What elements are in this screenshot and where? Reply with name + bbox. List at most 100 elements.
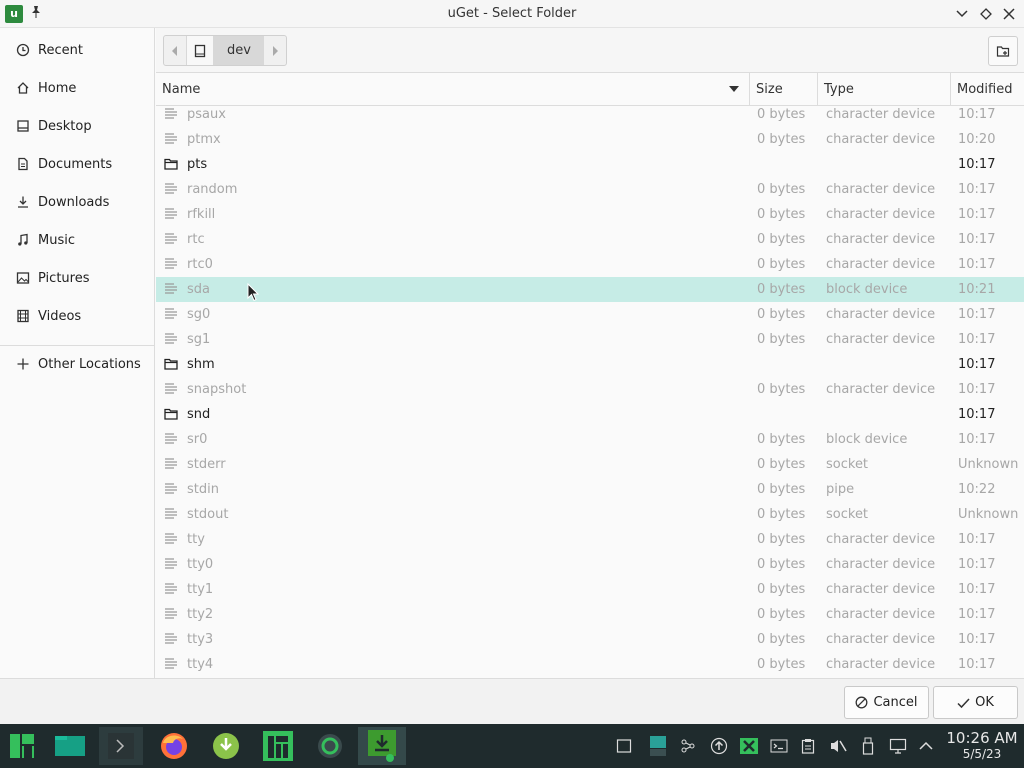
tray-update-button[interactable] xyxy=(708,734,730,758)
ok-button[interactable]: OK xyxy=(933,686,1018,719)
window-title: uGet - Select Folder xyxy=(447,6,577,21)
taskbar-uget-button[interactable] xyxy=(358,727,406,765)
tray-display-button[interactable] xyxy=(887,734,909,758)
path-root-drive-button[interactable] xyxy=(186,36,214,65)
maximize-button[interactable] xyxy=(976,4,996,24)
file-modified: 10:17 xyxy=(958,532,996,547)
taskbar-terminal-button[interactable] xyxy=(99,727,143,765)
cancel-button[interactable]: Cancel xyxy=(844,686,929,719)
file-icon xyxy=(164,382,178,396)
file-size: 0 bytes xyxy=(757,132,806,147)
pin-icon[interactable] xyxy=(30,5,46,23)
minimize-button[interactable] xyxy=(952,4,972,24)
file-row[interactable]: tty 0 bytes character device 10:17 xyxy=(156,527,1024,552)
sidebar-item-music[interactable]: Music xyxy=(0,222,155,258)
file-icon xyxy=(164,182,178,196)
file-row[interactable]: rtc0 0 bytes character device 10:17 xyxy=(156,252,1024,277)
file-row[interactable]: stdout 0 bytes socket Unknown xyxy=(156,502,1024,527)
file-name: random xyxy=(187,182,238,197)
file-type: character device xyxy=(826,382,936,397)
file-name: tty1 xyxy=(187,582,214,597)
file-row[interactable]: rtc 0 bytes character device 10:17 xyxy=(156,227,1024,252)
close-button[interactable] xyxy=(999,4,1019,24)
sidebar-item-documents[interactable]: Documents xyxy=(0,146,155,182)
file-modified: 10:21 xyxy=(958,282,996,297)
path-scroll-right-button[interactable] xyxy=(264,36,286,65)
taskbar-files-button[interactable] xyxy=(48,727,92,765)
file-row[interactable]: snd 10:17 xyxy=(156,402,1024,427)
file-modified: 10:17 xyxy=(958,182,996,197)
sidebar-item-recent[interactable]: Recent xyxy=(0,32,155,68)
file-row[interactable]: sg1 0 bytes character device 10:17 xyxy=(156,327,1024,352)
file-icon xyxy=(164,107,178,121)
file-row[interactable]: tty4 0 bytes character device 10:17 xyxy=(156,652,1024,677)
uget-download-icon xyxy=(213,733,239,759)
tray-console-button[interactable] xyxy=(768,734,790,758)
file-size: 0 bytes xyxy=(757,232,806,247)
column-modified-header[interactable]: Modified xyxy=(951,73,1024,106)
column-size-header[interactable]: Size xyxy=(750,73,818,106)
file-row[interactable]: rfkill 0 bytes character device 10:17 xyxy=(156,202,1024,227)
sidebar-item-videos[interactable]: Videos xyxy=(0,298,155,334)
column-type-header[interactable]: Type xyxy=(818,73,951,106)
file-row[interactable]: pts 10:17 xyxy=(156,152,1024,177)
tray-window-button[interactable] xyxy=(613,734,635,758)
tray-network-button[interactable] xyxy=(677,734,699,758)
file-row[interactable]: ptmx 0 bytes character device 10:20 xyxy=(156,127,1024,152)
tray-expand-button[interactable] xyxy=(915,734,937,758)
tray-clipboard-button[interactable] xyxy=(797,734,819,758)
column-name-header[interactable]: Name xyxy=(156,73,750,106)
sidebar-item-other-locations[interactable]: Other Locations xyxy=(0,346,155,382)
sidebar-item-home[interactable]: Home xyxy=(0,70,155,106)
tray-workspace-button[interactable] xyxy=(647,734,669,758)
workspace-icon xyxy=(650,736,666,756)
tray-x-app-button[interactable] xyxy=(738,734,760,758)
file-row[interactable]: psaux 0 bytes character device 10:17 xyxy=(156,106,1024,127)
file-row[interactable]: sr0 0 bytes block device 10:17 xyxy=(156,427,1024,452)
create-folder-button[interactable] xyxy=(988,36,1018,66)
manjaro-menu-button[interactable] xyxy=(0,727,44,765)
file-name: shm xyxy=(187,357,215,372)
file-name: snapshot xyxy=(187,382,247,397)
file-row[interactable]: sda 0 bytes block device 10:21 xyxy=(156,277,1024,302)
file-name: sg0 xyxy=(187,307,211,322)
file-name: rtc0 xyxy=(187,257,213,272)
file-type: character device xyxy=(826,332,936,347)
tray-volume-button[interactable] xyxy=(827,734,849,758)
file-row[interactable]: stdin 0 bytes pipe 10:22 xyxy=(156,477,1024,502)
file-size: 0 bytes xyxy=(757,457,806,472)
file-row[interactable]: shm 10:17 xyxy=(156,352,1024,377)
file-row[interactable]: tty0 0 bytes character device 10:17 xyxy=(156,552,1024,577)
tray-usb-button[interactable] xyxy=(857,734,879,758)
document-icon xyxy=(16,157,30,171)
taskbar-firefox-button[interactable] xyxy=(152,727,196,765)
file-name: rfkill xyxy=(187,207,216,222)
file-row[interactable]: snapshot 0 bytes character device 10:17 xyxy=(156,377,1024,402)
file-size: 0 bytes xyxy=(757,557,806,572)
sidebar-item-pictures[interactable]: Pictures xyxy=(0,260,155,296)
file-row[interactable]: stderr 0 bytes socket Unknown xyxy=(156,452,1024,477)
file-modified: 10:17 xyxy=(958,607,996,622)
taskbar-uget-download-button[interactable] xyxy=(204,727,248,765)
path-segment-dev[interactable]: dev xyxy=(214,36,264,65)
file-icon xyxy=(164,532,178,546)
file-row[interactable]: tty2 0 bytes character device 10:17 xyxy=(156,602,1024,627)
file-row[interactable]: random 0 bytes character device 10:17 xyxy=(156,177,1024,202)
sidebar-item-downloads[interactable]: Downloads xyxy=(0,184,155,220)
sidebar-item-label: Pictures xyxy=(38,270,90,286)
file-type: character device xyxy=(826,132,936,147)
taskbar-manjaro-settings-button[interactable] xyxy=(256,727,300,765)
file-row[interactable]: sg0 0 bytes character device 10:17 xyxy=(156,302,1024,327)
sort-descending-icon xyxy=(729,86,739,92)
chevron-up-icon xyxy=(919,741,933,750)
display-icon xyxy=(889,738,907,754)
sidebar-item-desktop[interactable]: Desktop xyxy=(0,108,155,144)
file-size: 0 bytes xyxy=(757,532,806,547)
file-row[interactable]: tty3 0 bytes character device 10:17 xyxy=(156,627,1024,652)
plus-icon xyxy=(16,357,30,371)
file-row[interactable]: tty1 0 bytes character device 10:17 xyxy=(156,577,1024,602)
taskbar-clock[interactable]: 10:26 AM 5/5/23 xyxy=(944,729,1020,762)
taskbar-obs-button[interactable] xyxy=(308,727,352,765)
path-scroll-left-button[interactable] xyxy=(164,36,186,65)
file-size: 0 bytes xyxy=(757,482,806,497)
